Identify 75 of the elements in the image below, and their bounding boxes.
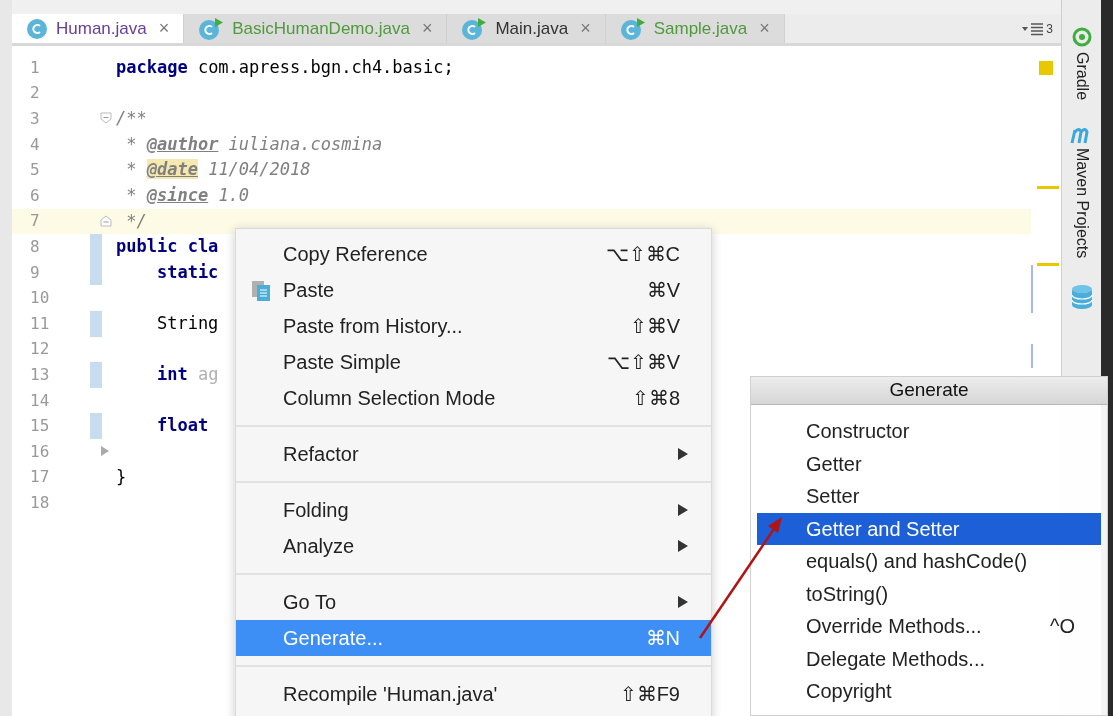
tab-label: Main.java bbox=[495, 17, 569, 40]
line-number: 5 bbox=[29, 159, 41, 182]
code-line: int ag bbox=[155, 363, 219, 387]
code-line: * @since 1.0 bbox=[125, 184, 250, 207]
line-number: 11 bbox=[29, 312, 51, 335]
line-number: 9 bbox=[29, 261, 41, 284]
tab-count: 3 bbox=[1046, 20, 1053, 38]
class-run-icon bbox=[198, 16, 225, 41]
fold-icon[interactable] bbox=[100, 214, 112, 227]
clipboard-icon bbox=[250, 280, 272, 302]
tab-label: Sample.java bbox=[653, 17, 748, 40]
popup-item[interactable]: equals() and hashCode() bbox=[757, 545, 1101, 578]
warning-marker[interactable] bbox=[1039, 61, 1053, 75]
menu-item[interactable]: Analyze bbox=[236, 528, 711, 564]
error-stripe[interactable] bbox=[1037, 186, 1059, 189]
popup-item[interactable]: Getter bbox=[757, 447, 1101, 480]
popup-item[interactable]: Getter and Setter bbox=[757, 512, 1101, 545]
fold-icon[interactable] bbox=[100, 112, 112, 125]
menu-item[interactable]: Refactor bbox=[236, 436, 711, 472]
expand-icon[interactable] bbox=[100, 444, 110, 457]
class-run-icon bbox=[619, 16, 646, 41]
error-stripe[interactable] bbox=[1037, 263, 1059, 266]
line-number: 3 bbox=[29, 108, 41, 130]
popup-item[interactable]: Delegate Methods... bbox=[757, 642, 1101, 675]
code-line: } bbox=[115, 465, 127, 489]
code-line: /** bbox=[115, 107, 147, 131]
menu-item[interactable]: Paste Simple ⌥⇧⌘V bbox=[236, 344, 711, 380]
code-line: public cla bbox=[115, 235, 219, 259]
code-line: * @author iuliana.cosmina bbox=[125, 132, 383, 156]
tab-label: BasicHumanDemo.java bbox=[232, 17, 410, 40]
menu-item[interactable]: Paste ⌘V bbox=[236, 272, 711, 308]
tab-list-icon[interactable] bbox=[1022, 21, 1045, 36]
popup-item[interactable]: Copyright bbox=[757, 675, 1101, 708]
class-icon bbox=[26, 17, 48, 40]
line-number: 1 bbox=[29, 56, 41, 79]
line-number: 13 bbox=[29, 363, 51, 386]
line-number: 6 bbox=[29, 184, 41, 207]
popup-item[interactable]: Setter bbox=[757, 480, 1101, 513]
menu-item[interactable]: Paste from History... ⇧⌘V bbox=[236, 308, 711, 344]
code-line: */ bbox=[125, 209, 147, 233]
line-number: 7 bbox=[29, 210, 41, 233]
gradle-icon bbox=[1070, 26, 1093, 48]
menu-item[interactable]: Go To bbox=[236, 584, 711, 620]
change-stripe[interactable] bbox=[1031, 265, 1033, 313]
tool-window-tab[interactable]: Maven Projects bbox=[1069, 148, 1094, 259]
line-number: 2 bbox=[29, 82, 41, 105]
popup-item[interactable]: Constructor bbox=[757, 415, 1101, 448]
line-number: 18 bbox=[29, 491, 51, 514]
menu-item[interactable]: Recompile 'Human.java' ⇧⌘F9 bbox=[236, 676, 711, 712]
line-number: 17 bbox=[29, 466, 51, 489]
close-icon[interactable]: × bbox=[158, 15, 170, 42]
line-number: 10 bbox=[29, 287, 51, 310]
tool-window-tab[interactable]: Gradle bbox=[1069, 52, 1094, 101]
code-line: String bbox=[155, 312, 219, 335]
code-line: static bbox=[155, 260, 219, 284]
file-tab[interactable]: Human.java × bbox=[12, 14, 185, 43]
line-number: 12 bbox=[29, 338, 51, 361]
popup-item[interactable]: toString() bbox=[757, 577, 1101, 610]
code-line: package com.apress.bgn.ch4.basic; bbox=[115, 56, 454, 80]
line-number: 15 bbox=[29, 415, 51, 438]
line-number: 14 bbox=[29, 389, 51, 412]
menu-item[interactable]: Folding bbox=[236, 492, 711, 528]
popup-item[interactable]: Override Methods... ^O bbox=[757, 610, 1101, 643]
class-run-icon bbox=[461, 16, 488, 41]
line-number: 8 bbox=[29, 235, 41, 258]
menu-item[interactable]: Copy Reference ⌥⇧⌘C bbox=[236, 236, 711, 272]
database-icon[interactable] bbox=[1069, 284, 1094, 311]
popup-title: Generate bbox=[751, 377, 1107, 405]
line-number: 4 bbox=[29, 133, 41, 156]
tab-label: Human.java bbox=[56, 17, 147, 40]
code-line: float bbox=[155, 414, 209, 438]
menu-item[interactable]: Column Selection Mode ⇧⌘8 bbox=[236, 380, 711, 416]
change-stripe[interactable] bbox=[1031, 344, 1033, 368]
line-number: 16 bbox=[29, 440, 51, 463]
file-tab[interactable]: Main.java × bbox=[447, 14, 606, 43]
